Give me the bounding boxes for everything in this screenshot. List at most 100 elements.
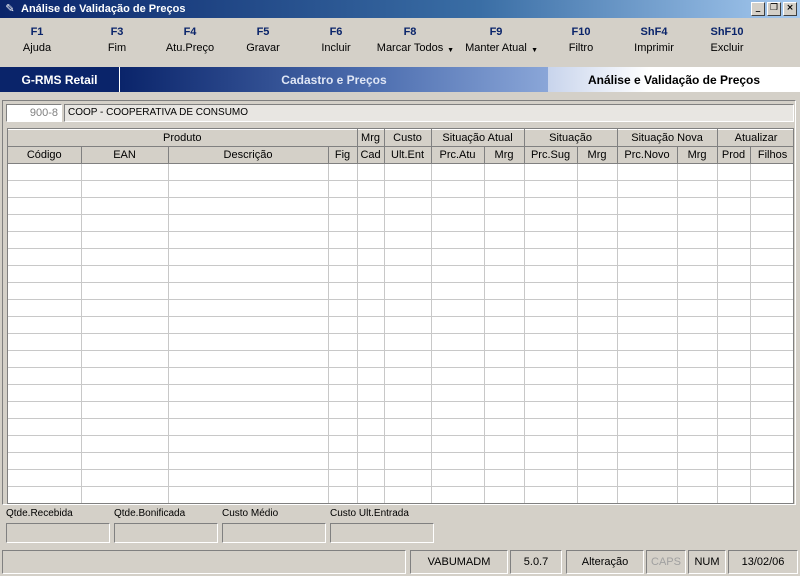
help-button[interactable]: F1 Ajuda [2, 26, 72, 54]
table-cell[interactable] [577, 180, 618, 198]
table-cell[interactable] [524, 214, 578, 232]
table-cell[interactable] [168, 435, 329, 453]
print-button[interactable]: ShF4 Imprimir [619, 26, 689, 54]
table-cell[interactable] [524, 197, 578, 215]
table-cell[interactable] [717, 197, 751, 215]
column-header-filhos[interactable]: Filhos [750, 146, 793, 164]
table-cell[interactable] [717, 418, 751, 436]
price-validation-grid[interactable]: Produto Mrg Custo Situação Atual Situaçã… [7, 128, 794, 504]
table-cell[interactable] [750, 418, 793, 436]
table-cell[interactable] [577, 197, 618, 215]
table-cell[interactable] [484, 180, 525, 198]
table-cell[interactable] [81, 163, 169, 181]
table-cell[interactable] [8, 231, 82, 249]
table-cell[interactable] [168, 401, 329, 419]
table-cell[interactable] [677, 452, 718, 470]
table-row[interactable] [8, 265, 793, 283]
table-row[interactable] [8, 231, 793, 249]
table-cell[interactable] [524, 486, 578, 503]
grid-body[interactable] [8, 163, 793, 503]
table-cell[interactable] [677, 384, 718, 402]
table-cell[interactable] [524, 418, 578, 436]
table-cell[interactable] [577, 418, 618, 436]
table-cell[interactable] [750, 282, 793, 300]
table-cell[interactable] [484, 469, 525, 487]
table-cell[interactable] [677, 486, 718, 503]
table-cell[interactable] [431, 282, 485, 300]
table-cell[interactable] [168, 214, 329, 232]
table-cell[interactable] [328, 486, 358, 503]
table-cell[interactable] [81, 299, 169, 317]
table-cell[interactable] [431, 214, 485, 232]
filter-button[interactable]: F10 Filtro [546, 26, 616, 54]
table-cell[interactable] [8, 452, 82, 470]
table-cell[interactable] [357, 282, 385, 300]
table-cell[interactable] [677, 333, 718, 351]
table-cell[interactable] [677, 299, 718, 317]
table-cell[interactable] [8, 333, 82, 351]
table-cell[interactable] [617, 418, 678, 436]
table-cell[interactable] [431, 299, 485, 317]
table-cell[interactable] [168, 333, 329, 351]
table-cell[interactable] [357, 401, 385, 419]
table-cell[interactable] [717, 299, 751, 317]
table-cell[interactable] [357, 418, 385, 436]
table-cell[interactable] [357, 163, 385, 181]
table-cell[interactable] [524, 469, 578, 487]
table-cell[interactable] [168, 367, 329, 385]
dropdown-arrow-icon[interactable]: ▼ [531, 47, 538, 54]
table-cell[interactable] [384, 282, 432, 300]
include-button[interactable]: F6 Incluir [301, 26, 371, 54]
table-cell[interactable] [484, 384, 525, 402]
table-cell[interactable] [577, 248, 618, 266]
delete-button[interactable]: ShF10 Excluir [692, 26, 762, 54]
table-cell[interactable] [168, 486, 329, 503]
table-cell[interactable] [750, 486, 793, 503]
table-cell[interactable] [484, 248, 525, 266]
table-cell[interactable] [577, 435, 618, 453]
table-cell[interactable] [328, 197, 358, 215]
table-cell[interactable] [524, 367, 578, 385]
table-cell[interactable] [750, 401, 793, 419]
table-cell[interactable] [168, 316, 329, 334]
table-cell[interactable] [431, 469, 485, 487]
table-cell[interactable] [484, 163, 525, 181]
table-cell[interactable] [717, 163, 751, 181]
table-cell[interactable] [484, 333, 525, 351]
table-cell[interactable] [431, 231, 485, 249]
end-button[interactable]: F3 Fim [82, 26, 152, 54]
table-cell[interactable] [8, 282, 82, 300]
table-cell[interactable] [81, 282, 169, 300]
table-cell[interactable] [484, 214, 525, 232]
table-cell[interactable] [617, 180, 678, 198]
table-cell[interactable] [677, 418, 718, 436]
table-cell[interactable] [717, 367, 751, 385]
table-cell[interactable] [524, 384, 578, 402]
table-cell[interactable] [617, 469, 678, 487]
table-cell[interactable] [328, 299, 358, 317]
table-cell[interactable] [484, 418, 525, 436]
table-cell[interactable] [168, 282, 329, 300]
table-cell[interactable] [617, 231, 678, 249]
table-cell[interactable] [617, 214, 678, 232]
table-cell[interactable] [384, 452, 432, 470]
table-cell[interactable] [750, 367, 793, 385]
table-cell[interactable] [8, 299, 82, 317]
table-cell[interactable] [384, 299, 432, 317]
table-cell[interactable] [384, 350, 432, 368]
table-cell[interactable] [81, 367, 169, 385]
table-cell[interactable] [357, 469, 385, 487]
table-cell[interactable] [384, 265, 432, 283]
update-price-button[interactable]: F4 Atu.Preço [155, 26, 225, 54]
table-cell[interactable] [617, 452, 678, 470]
table-cell[interactable] [357, 367, 385, 385]
table-cell[interactable] [750, 214, 793, 232]
table-cell[interactable] [8, 248, 82, 266]
column-header-mrg-atual[interactable]: Mrg [484, 146, 525, 164]
table-cell[interactable] [431, 401, 485, 419]
table-cell[interactable] [384, 180, 432, 198]
table-cell[interactable] [717, 452, 751, 470]
table-cell[interactable] [484, 282, 525, 300]
table-cell[interactable] [617, 486, 678, 503]
table-cell[interactable] [431, 486, 485, 503]
